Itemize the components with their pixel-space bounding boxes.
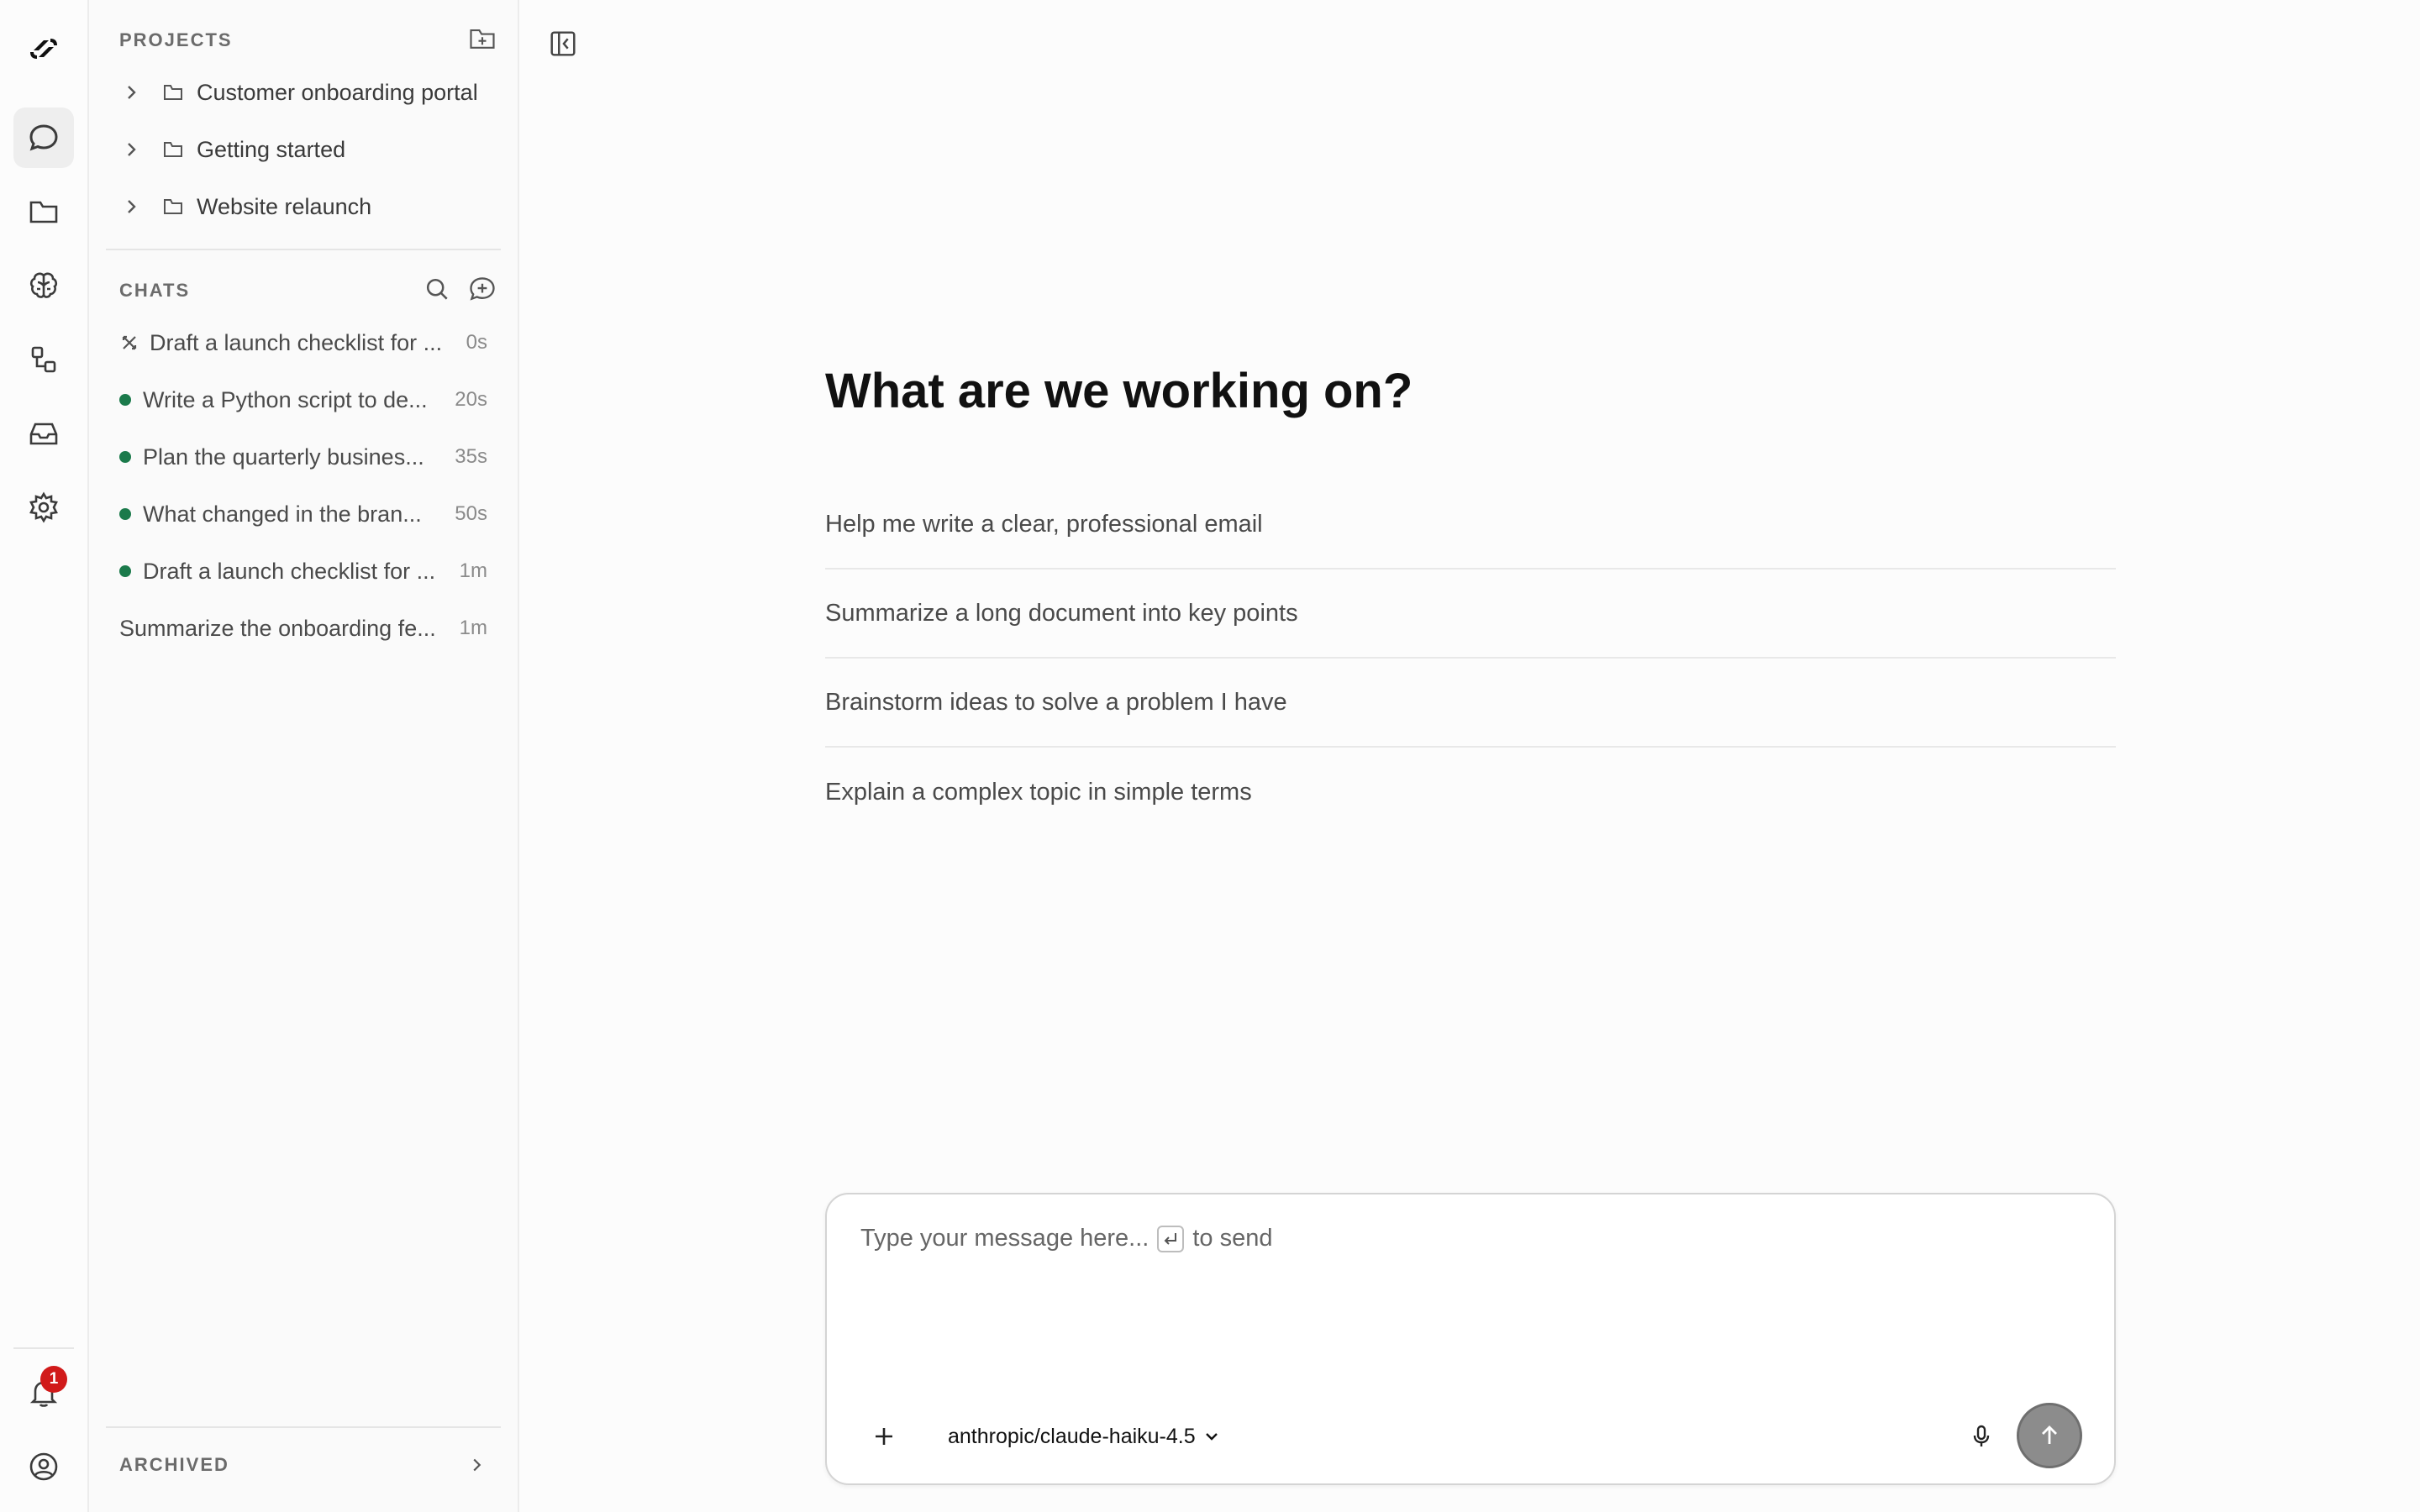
- project-item-website-relaunch[interactable]: Website relaunch: [119, 185, 497, 228]
- workflow-icon[interactable]: [13, 329, 74, 390]
- rail-divider: [13, 1347, 74, 1349]
- folder-icon: [164, 85, 182, 100]
- chat-title: Plan the quarterly busines...: [143, 444, 424, 470]
- arrow-up-icon: [2042, 1425, 2057, 1444]
- search-icon[interactable]: [422, 274, 452, 308]
- chat-item[interactable]: Draft a launch checklist for ... 1m: [119, 549, 487, 593]
- folder-icon[interactable]: [13, 181, 74, 242]
- chat-item[interactable]: Summarize the onboarding fe... 1m: [119, 606, 487, 650]
- notification-badge: 1: [40, 1366, 67, 1393]
- suggestion-item[interactable]: Summarize a long document into key point…: [825, 570, 2116, 659]
- running-icon: [122, 335, 137, 350]
- app-root: 1 PROJECTS Customer onboarding portal Ge…: [0, 0, 2420, 1512]
- project-item-customer-onboarding-portal[interactable]: Customer onboarding portal: [119, 71, 497, 114]
- suggestion-item[interactable]: Help me write a clear, professional emai…: [825, 480, 2116, 570]
- projects-heading: PROJECTS: [119, 29, 233, 50]
- chat-title: Write a Python script to de...: [143, 386, 428, 412]
- brain-icon[interactable]: [13, 255, 74, 316]
- add-attachment-icon[interactable]: [865, 1418, 902, 1455]
- suggestion-item[interactable]: Explain a complex topic in simple terms: [825, 748, 2116, 837]
- logo-icon[interactable]: [13, 18, 74, 79]
- chat-title: Draft a launch checklist for ...: [150, 329, 443, 355]
- chevron-right-icon: [128, 200, 136, 213]
- chevron-right-icon: [473, 1458, 481, 1472]
- folder-icon: [164, 199, 182, 214]
- chat-time: 20s: [455, 388, 487, 411]
- page-title: What are we working on?: [825, 364, 1413, 418]
- new-chat-icon[interactable]: [467, 274, 497, 308]
- chevron-down-icon: [1205, 1433, 1218, 1441]
- chat-title: Draft a launch checklist for ...: [143, 558, 436, 584]
- sidebar: PROJECTS Customer onboarding portal Gett…: [89, 0, 519, 1512]
- status-dot: [119, 565, 131, 577]
- folder-icon: [164, 142, 182, 157]
- chats-heading: CHATS: [119, 280, 191, 301]
- enter-key-icon: [1157, 1225, 1185, 1252]
- archived-label: ARCHIVED: [119, 1454, 229, 1475]
- projects-header: PROJECTS: [119, 24, 497, 57]
- archived-section[interactable]: ARCHIVED: [106, 1426, 501, 1502]
- chat-time: 1m: [459, 617, 487, 639]
- chevron-right-icon: [128, 86, 136, 99]
- sidebar-divider: [106, 249, 501, 250]
- message-composer[interactable]: Type your message here... to send anthro…: [825, 1193, 2116, 1485]
- chevron-right-icon: [128, 143, 136, 156]
- message-input[interactable]: Type your message here... to send: [860, 1225, 1272, 1252]
- status-dot: [119, 508, 131, 520]
- model-selector[interactable]: anthropic/claude-haiku-4.5: [948, 1420, 1221, 1453]
- message-placeholder: Type your message here...: [860, 1225, 1150, 1252]
- chat-title: Summarize the onboarding fe...: [119, 615, 436, 641]
- project-item-getting-started[interactable]: Getting started: [119, 128, 497, 171]
- inbox-icon[interactable]: [13, 403, 74, 464]
- model-name: anthropic/claude-haiku-4.5: [948, 1424, 1196, 1448]
- chats-header: CHATS: [119, 274, 497, 307]
- suggestion-item[interactable]: Brainstorm ideas to solve a problem I ha…: [825, 659, 2116, 748]
- microphone-icon[interactable]: [1963, 1418, 2000, 1455]
- chat-item[interactable]: Draft a launch checklist for ... 0s: [119, 321, 487, 365]
- chat-time: 1m: [459, 559, 487, 582]
- bell-icon[interactable]: 1: [13, 1362, 74, 1423]
- chat-item[interactable]: What changed in the bran... 50s: [119, 492, 487, 536]
- new-project-icon[interactable]: [467, 24, 497, 58]
- chat-icon[interactable]: [13, 108, 74, 168]
- chat-time: 50s: [455, 502, 487, 525]
- project-label: Website relaunch: [197, 193, 372, 219]
- account-icon[interactable]: [13, 1436, 74, 1497]
- project-label: Getting started: [197, 136, 346, 162]
- chat-item[interactable]: Plan the quarterly busines... 35s: [119, 435, 487, 479]
- chat-title: What changed in the bran...: [143, 501, 422, 527]
- collapse-sidebar-icon[interactable]: [544, 25, 581, 62]
- chat-item[interactable]: Write a Python script to de... 20s: [119, 378, 487, 422]
- gear-icon[interactable]: [13, 477, 74, 538]
- project-label: Customer onboarding portal: [197, 79, 478, 105]
- status-dot: [119, 394, 131, 406]
- send-hint: to send: [1192, 1225, 1273, 1252]
- chat-time: 35s: [455, 445, 487, 468]
- status-dot: [119, 451, 131, 463]
- send-button[interactable]: [2017, 1403, 2082, 1468]
- chat-time: 0s: [466, 331, 487, 354]
- suggestion-list: Help me write a clear, professional emai…: [825, 480, 2116, 837]
- icon-rail: 1: [0, 0, 89, 1512]
